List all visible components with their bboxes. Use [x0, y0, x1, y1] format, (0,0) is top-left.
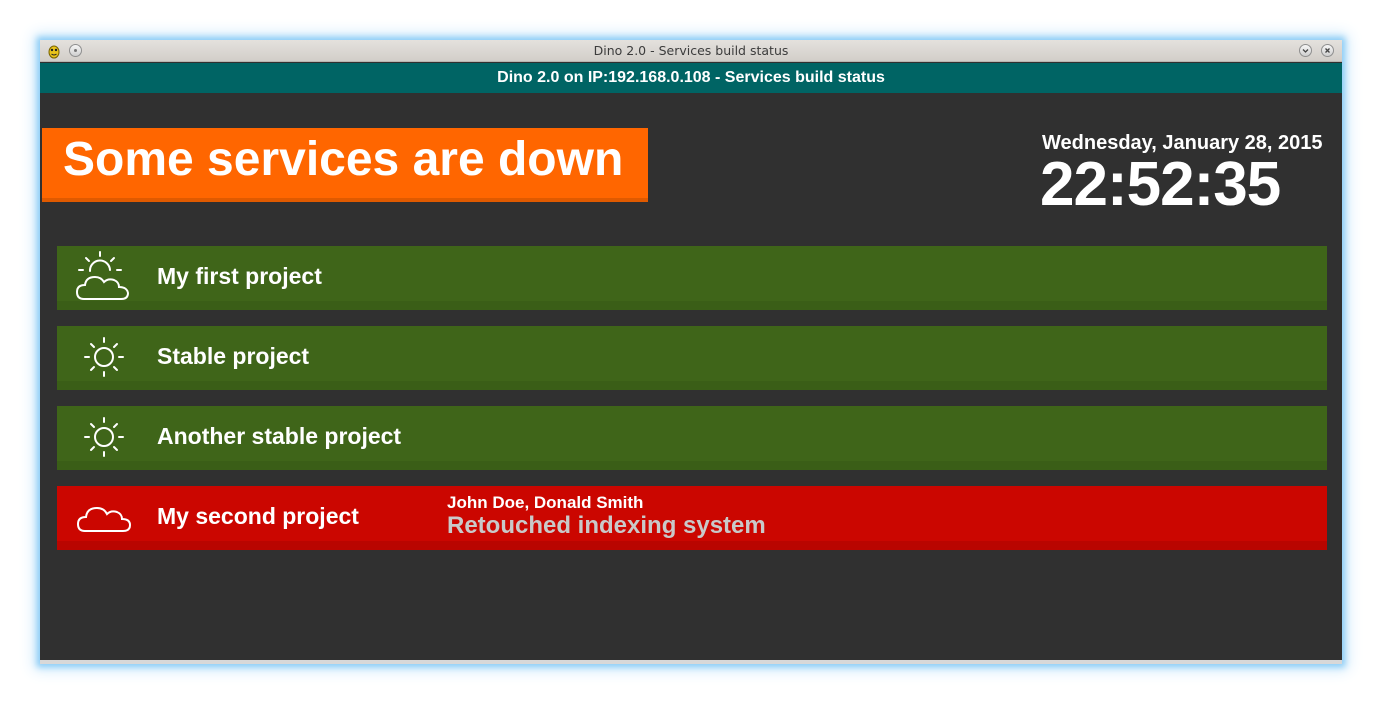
close-icon	[1325, 48, 1330, 53]
status-banner: Some services are down	[42, 128, 648, 202]
window-title: Dino 2.0 - Services build status	[593, 43, 789, 58]
cloud-icon	[76, 506, 132, 532]
status-banner-text: Some services are down	[63, 133, 624, 186]
window-titlebar[interactable]: Dino 2.0 - Services build status	[40, 40, 1342, 62]
app-header: Dino 2.0 on IP:192.168.0.108 - Services …	[40, 63, 1342, 93]
chevron-down-icon	[1302, 49, 1309, 53]
project-row: Stable project	[57, 326, 1327, 390]
clock-time: 22:52:35	[1040, 150, 1281, 219]
project-name: Another stable project	[157, 423, 402, 449]
project-row: My first project	[57, 246, 1327, 310]
partly-cloudy-icon	[75, 251, 130, 300]
project-name: Stable project	[157, 343, 310, 369]
project-row: My second project John Doe, Donald Smith…	[57, 486, 1327, 550]
project-row: Another stable project	[57, 406, 1327, 470]
commit-authors: John Doe, Donald Smith	[447, 493, 644, 512]
sun-icon	[84, 337, 124, 377]
project-name: My first project	[157, 263, 322, 289]
sun-icon	[84, 417, 124, 457]
window-shade-button[interactable]	[1299, 44, 1312, 57]
project-name: My second project	[157, 503, 359, 529]
commit-message: Retouched indexing system	[447, 512, 766, 539]
window-close-button[interactable]	[1321, 44, 1334, 57]
window-bottom-edge	[40, 660, 1342, 664]
app-window: Dino 2.0 - Services build status Dino 2.…	[40, 40, 1342, 664]
